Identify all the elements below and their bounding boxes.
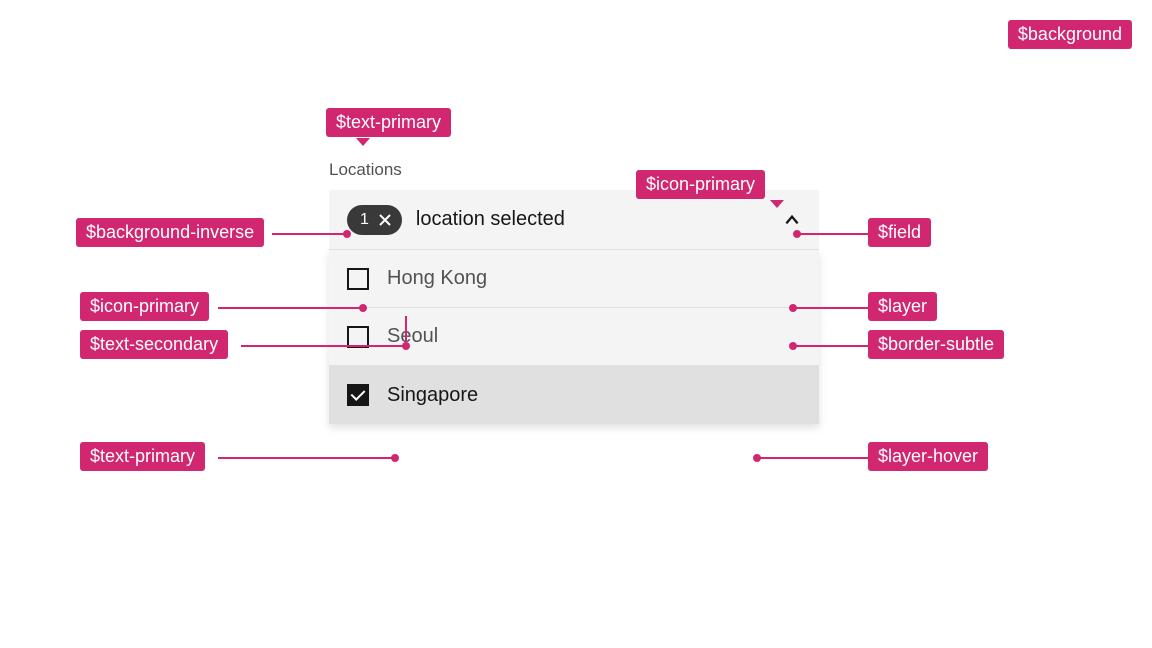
option-label: Hong Kong <box>387 267 487 290</box>
leader-dot <box>789 304 797 312</box>
clear-selection-button[interactable] <box>377 212 393 228</box>
leader-line <box>757 457 868 459</box>
checkbox-unchecked-icon[interactable] <box>347 268 369 290</box>
leader-dot <box>789 342 797 350</box>
leader-line <box>272 233 347 235</box>
leader-line <box>793 345 868 347</box>
annotation-layer-hover: $layer-hover <box>868 442 988 471</box>
close-icon <box>377 212 393 228</box>
multiselect-toggle[interactable] <box>783 211 801 229</box>
multiselect-field[interactable]: 1 location selected <box>329 190 819 250</box>
multiselect-menu: Hong Kong Seoul Singapore <box>329 250 819 424</box>
annotation-field: $field <box>868 218 931 247</box>
leader-line <box>241 345 406 347</box>
checkbox-checked-icon[interactable] <box>347 384 369 406</box>
annotation-text-secondary: $text-secondary <box>80 330 228 359</box>
multiselect-option[interactable]: Singapore <box>329 366 819 424</box>
annotation-layer: $layer <box>868 292 937 321</box>
multiselect-placeholder: location selected <box>416 208 783 231</box>
leader-dot <box>402 342 410 350</box>
leader-line <box>797 233 868 235</box>
leader-line <box>218 307 363 309</box>
leader-dot <box>391 454 399 462</box>
annotation-text-primary-selected: $text-primary <box>80 442 205 471</box>
leader-dot <box>793 230 801 238</box>
annotation-background: $background <box>1008 20 1132 49</box>
annotation-icon-primary-checkbox: $icon-primary <box>80 292 209 321</box>
option-label: Singapore <box>387 384 478 407</box>
chevron-up-icon <box>783 211 801 229</box>
annotation-tail <box>770 200 784 208</box>
selection-count: 1 <box>360 211 369 229</box>
leader-dot <box>753 454 761 462</box>
annotation-icon-primary-chevron: $icon-primary <box>636 170 765 199</box>
annotation-background-inverse: $background-inverse <box>76 218 264 247</box>
leader-dot <box>359 304 367 312</box>
leader-line <box>793 307 868 309</box>
annotation-tail <box>356 138 370 146</box>
selection-tag: 1 <box>347 205 402 235</box>
annotation-border-subtle: $border-subtle <box>868 330 1004 359</box>
annotation-text-primary-label: $text-primary <box>326 108 451 137</box>
multiselect: Locations 1 location selected <box>329 160 819 424</box>
multiselect-option[interactable]: Hong Kong <box>329 250 819 308</box>
leader-dot <box>343 230 351 238</box>
multiselect-option[interactable]: Seoul <box>329 308 819 366</box>
leader-line <box>218 457 395 459</box>
